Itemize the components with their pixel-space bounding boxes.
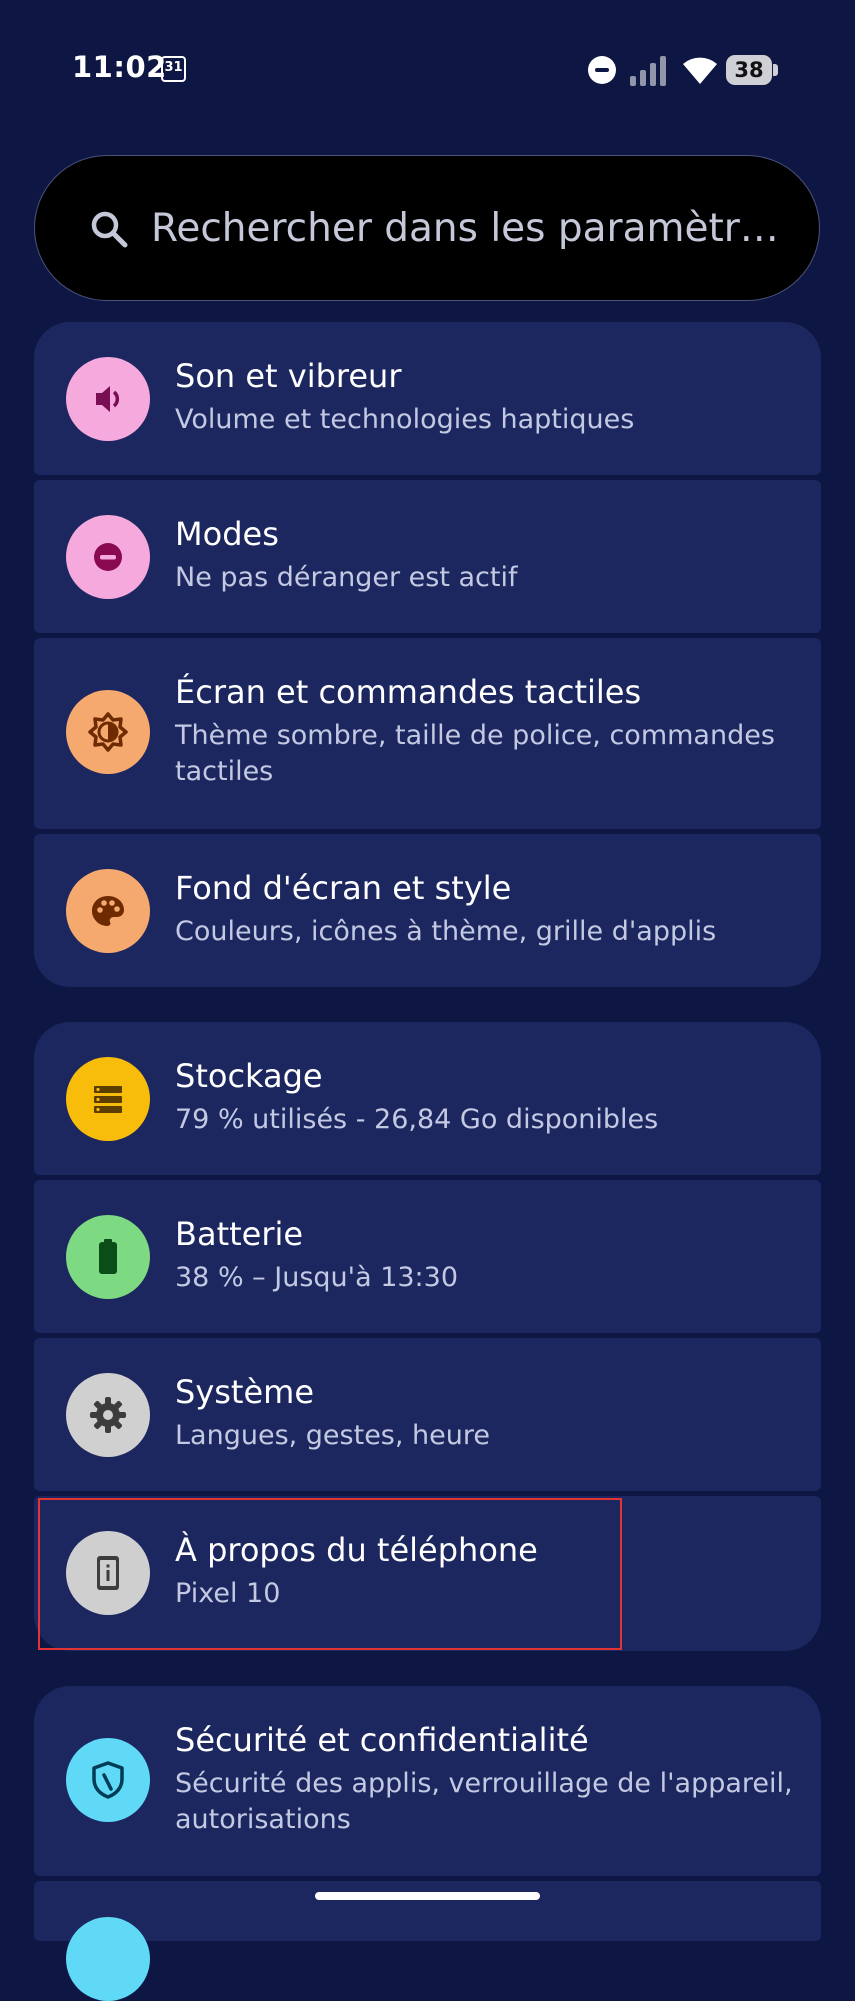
settings-item-subtitle: Sécurité des applis, verrouillage de l'a…	[175, 1768, 793, 1835]
settings-item-title: Son et vibreur	[175, 357, 402, 395]
settings-item-subtitle: Volume et technologies haptiques	[175, 404, 635, 435]
home-indicator[interactable]	[315, 1892, 540, 1900]
status-time: 11:02	[72, 50, 167, 84]
settings-item-subtitle: 79 % utilisés - 26,84 Go disponibles	[175, 1104, 659, 1135]
gear-icon	[90, 1397, 126, 1433]
modes-icon-bg	[66, 515, 150, 599]
search-icon	[89, 209, 129, 249]
display-icon-bg	[66, 690, 150, 774]
settings-item-title: Système	[175, 1373, 315, 1411]
settings-item-subtitle: Thème sombre, taille de police, commande…	[175, 720, 775, 787]
shield-icon	[92, 1761, 124, 1799]
status-bar: 11:02 31 38	[0, 0, 855, 140]
settings-item-system[interactable]: Système Langues, gestes, heure	[34, 1338, 821, 1491]
battery-cap	[773, 64, 778, 76]
settings-item-title: Fond d'écran et style	[175, 869, 512, 907]
battery-item-icon-bg	[66, 1215, 150, 1299]
wallpaper-icon-bg	[66, 869, 150, 953]
settings-item-title: Batterie	[175, 1215, 304, 1253]
battery-level: 38	[734, 58, 764, 82]
settings-item-storage[interactable]: Stockage 79 % utilisés - 26,84 Go dispon…	[34, 1022, 821, 1175]
settings-item-modes[interactable]: Modes Ne pas déranger est actif	[34, 480, 821, 633]
settings-item-title: Modes	[175, 515, 279, 553]
battery-icon: 38	[726, 55, 778, 85]
storage-icon	[94, 1086, 122, 1113]
settings-item-subtitle: Couleurs, icônes à thème, grille d'appli…	[175, 916, 717, 947]
battery-icon	[99, 1239, 117, 1274]
security-icon-bg	[66, 1738, 150, 1822]
settings-item-subtitle: Langues, gestes, heure	[175, 1420, 490, 1451]
speaker-icon	[96, 386, 120, 412]
settings-item-security[interactable]: Sécurité et confidentialité Sécurité des…	[34, 1686, 821, 1876]
brightness-icon	[88, 712, 128, 752]
calendar-icon: 31	[161, 56, 186, 82]
settings-item-title: Stockage	[175, 1057, 323, 1095]
sound-icon-bg	[66, 357, 150, 441]
settings-item-sound[interactable]: Son et vibreur Volume et technologies ha…	[34, 322, 821, 475]
settings-item-subtitle: Ne pas déranger est actif	[175, 562, 518, 593]
do-not-disturb-icon	[94, 543, 122, 571]
settings-item-title: Écran et commandes tactiles	[175, 673, 642, 711]
do-not-disturb-icon	[588, 56, 616, 84]
system-icon-bg	[66, 1373, 150, 1457]
settings-item-battery[interactable]: Batterie 38 % – Jusqu'à 13:30	[34, 1180, 821, 1333]
search-placeholder: Rechercher dans les paramètr…	[151, 206, 779, 251]
settings-item-partial[interactable]	[34, 1881, 821, 2001]
selection-highlight	[38, 1498, 622, 1650]
settings-item-display[interactable]: Écran et commandes tactiles Thème sombre…	[34, 638, 821, 829]
partial-icon-bg	[66, 1917, 150, 2001]
settings-item-wallpaper[interactable]: Fond d'écran et style Couleurs, icônes à…	[34, 834, 821, 987]
settings-search-bar[interactable]: Rechercher dans les paramètr…	[34, 155, 820, 301]
wifi-icon	[680, 52, 720, 86]
signal-icon	[630, 56, 670, 86]
palette-icon	[92, 896, 124, 926]
settings-item-subtitle: 38 % – Jusqu'à 13:30	[175, 1262, 459, 1293]
settings-item-title: Sécurité et confidentialité	[175, 1721, 589, 1759]
storage-icon-bg	[66, 1057, 150, 1141]
